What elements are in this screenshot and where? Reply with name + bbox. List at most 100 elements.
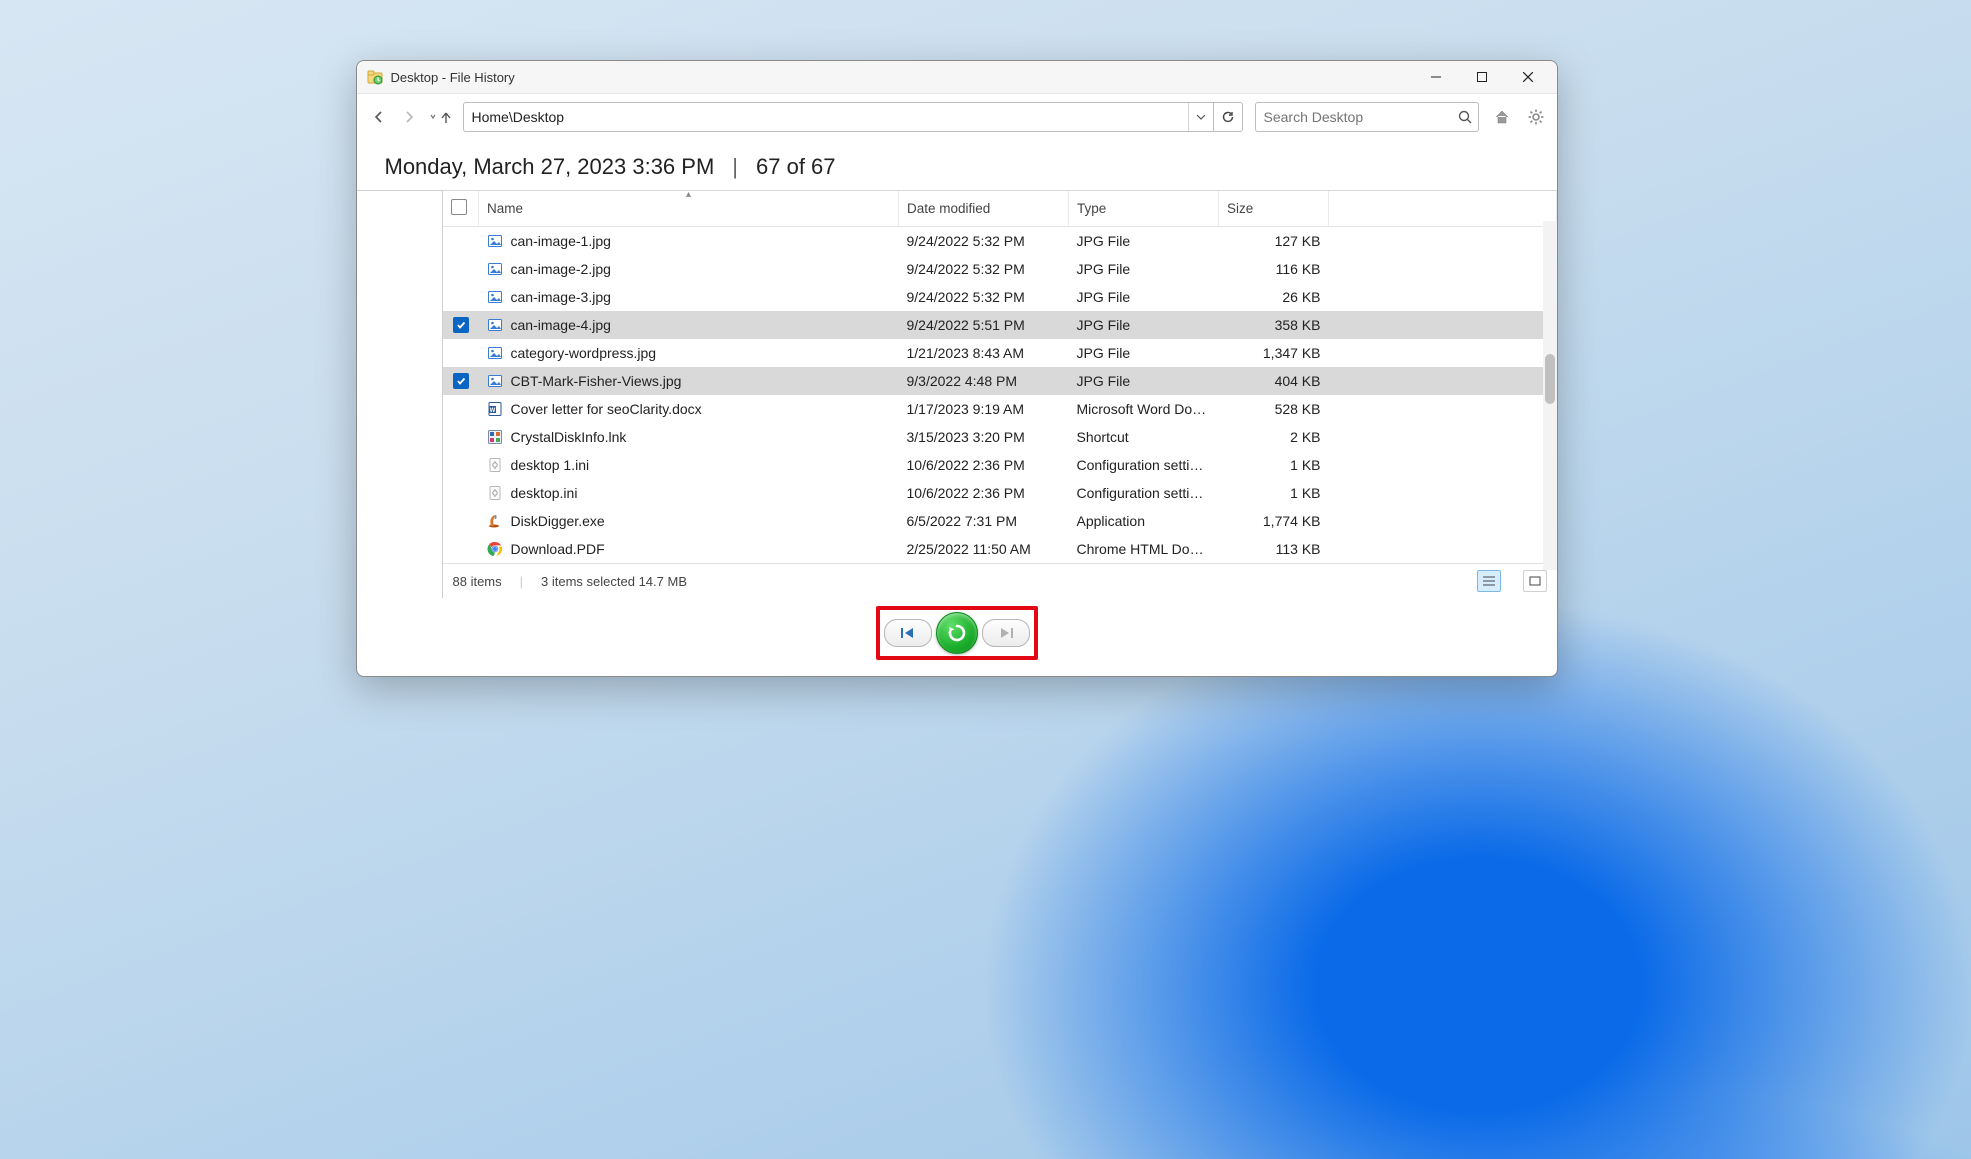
forward-button[interactable] (397, 103, 421, 131)
up-button[interactable] (429, 110, 453, 124)
table-row[interactable]: desktop 1.ini 10/6/2022 2:36 PMConfigurat… (443, 451, 1557, 479)
table-row[interactable]: desktop.ini 10/6/2022 2:36 PMConfiguratio… (443, 479, 1557, 507)
file-name: can-image-4.jpg (511, 317, 611, 333)
table-row[interactable]: can-image-3.jpg 9/24/2022 5:32 PMJPG File… (443, 283, 1557, 311)
toolbar: Home\Desktop (357, 94, 1557, 140)
file-type: Shortcut (1069, 423, 1219, 451)
table-row[interactable]: category-wordpress.jpg1/21/2023 8:43 AMJ… (443, 339, 1557, 367)
file-size: 404 KB (1219, 367, 1329, 395)
file-name: CrystalDiskInfo.lnk (511, 429, 627, 445)
address-bar[interactable]: Home\Desktop (463, 102, 1243, 132)
file-type-icon (487, 429, 503, 445)
table-row[interactable]: Download.PDF 2/25/2022 11:50 AMChrome HTM… (443, 535, 1557, 563)
file-type-icon (487, 345, 503, 361)
file-name: desktop.ini (511, 485, 578, 501)
home-icon[interactable] (1491, 106, 1513, 128)
file-list: Name▴ Date modified Type Size can-image-… (443, 190, 1557, 598)
heading-separator: | (732, 154, 738, 180)
file-type: JPG File (1069, 339, 1219, 367)
row-checkbox[interactable] (443, 367, 479, 395)
file-date: 1/17/2023 9:19 AM (899, 395, 1069, 423)
file-type-icon (487, 457, 503, 473)
row-checkbox[interactable] (443, 311, 479, 339)
file-date: 9/24/2022 5:51 PM (899, 311, 1069, 339)
snapshot-position: 67 of 67 (756, 154, 836, 180)
file-type: Configuration settings (1069, 479, 1219, 507)
minimize-button[interactable] (1413, 61, 1459, 93)
row-checkbox[interactable] (443, 255, 479, 283)
file-type-icon (487, 261, 503, 277)
row-checkbox[interactable] (443, 283, 479, 311)
address-path: Home\Desktop (464, 109, 1188, 125)
file-date: 2/25/2022 11:50 AM (899, 535, 1069, 563)
search-box[interactable] (1255, 102, 1479, 132)
search-icon (1458, 110, 1472, 124)
column-date[interactable]: Date modified (899, 191, 1069, 227)
refresh-button[interactable] (1213, 103, 1242, 131)
file-date: 9/24/2022 5:32 PM (899, 255, 1069, 283)
table-row[interactable]: can-image-1.jpg9/24/2022 5:32 PMJPG File… (443, 227, 1557, 256)
file-date: 6/5/2022 7:31 PM (899, 507, 1069, 535)
file-type: JPG File (1069, 283, 1219, 311)
file-size: 116 KB (1219, 255, 1329, 283)
row-checkbox[interactable] (443, 395, 479, 423)
file-date: 10/6/2022 2:36 PM (899, 451, 1069, 479)
file-size: 358 KB (1219, 311, 1329, 339)
file-date: 9/24/2022 5:32 PM (899, 283, 1069, 311)
next-version-button[interactable] (982, 619, 1030, 647)
details-view-button[interactable] (1477, 570, 1501, 592)
row-checkbox[interactable] (443, 451, 479, 479)
row-checkbox[interactable] (443, 227, 479, 256)
row-checkbox[interactable] (443, 535, 479, 563)
file-name: CBT-Mark-Fisher-Views.jpg (511, 373, 682, 389)
row-checkbox[interactable] (443, 423, 479, 451)
file-type: Configuration settings (1069, 451, 1219, 479)
file-type: Chrome HTML Docu... (1069, 535, 1219, 563)
table-row[interactable]: can-image-2.jpg9/24/2022 5:32 PMJPG File… (443, 255, 1557, 283)
sort-indicator-icon: ▴ (686, 189, 691, 200)
table-row[interactable]: CBT-Mark-Fisher-Views.jpg 9/3/2022 4:48 P… (443, 367, 1557, 395)
file-type: Application (1069, 507, 1219, 535)
vertical-scrollbar[interactable] (1543, 221, 1557, 570)
titlebar: Desktop - File History (357, 61, 1557, 94)
file-type: Microsoft Word Doc... (1069, 395, 1219, 423)
file-type-icon (487, 317, 503, 333)
snapshot-heading: Monday, March 27, 2023 3:36 PM | 67 of 6… (357, 140, 1557, 190)
file-name: Download.PDF (511, 541, 605, 557)
file-type: JPG File (1069, 311, 1219, 339)
file-name: can-image-3.jpg (511, 289, 611, 305)
header-checkbox[interactable] (443, 191, 479, 227)
restore-button[interactable] (936, 612, 978, 654)
file-type-icon (487, 373, 503, 389)
previous-version-button[interactable] (884, 619, 932, 647)
file-date: 1/21/2023 8:43 AM (899, 339, 1069, 367)
back-button[interactable] (367, 103, 391, 131)
column-size[interactable]: Size (1219, 191, 1329, 227)
table-row[interactable]: WCover letter for seoClarity.docx1/17/20… (443, 395, 1557, 423)
file-date: 10/6/2022 2:36 PM (899, 479, 1069, 507)
row-checkbox[interactable] (443, 507, 479, 535)
file-size: 26 KB (1219, 283, 1329, 311)
address-dropdown[interactable] (1188, 103, 1213, 131)
row-checkbox[interactable] (443, 339, 479, 367)
thumbnails-view-button[interactable] (1523, 570, 1547, 592)
close-button[interactable] (1505, 61, 1551, 93)
app-icon (367, 69, 383, 85)
table-row[interactable]: DiskDigger.exe6/5/2022 7:31 PMApplicatio… (443, 507, 1557, 535)
file-type: JPG File (1069, 367, 1219, 395)
file-date: 9/3/2022 4:48 PM (899, 367, 1069, 395)
scrollbar-thumb[interactable] (1545, 354, 1555, 404)
column-name[interactable]: Name▴ (479, 191, 899, 227)
table-row[interactable]: can-image-4.jpg 9/24/2022 5:51 PMJPG File… (443, 311, 1557, 339)
row-checkbox[interactable] (443, 479, 479, 507)
gear-icon[interactable] (1525, 106, 1547, 128)
file-name: desktop 1.ini (511, 457, 590, 473)
table-row[interactable]: CrystalDiskInfo.lnk3/15/2023 3:20 PMShor… (443, 423, 1557, 451)
file-size: 1,774 KB (1219, 507, 1329, 535)
column-type[interactable]: Type (1069, 191, 1219, 227)
file-date: 9/24/2022 5:32 PM (899, 227, 1069, 256)
maximize-button[interactable] (1459, 61, 1505, 93)
file-size: 1 KB (1219, 451, 1329, 479)
search-input[interactable] (1262, 108, 1458, 126)
file-size: 127 KB (1219, 227, 1329, 256)
